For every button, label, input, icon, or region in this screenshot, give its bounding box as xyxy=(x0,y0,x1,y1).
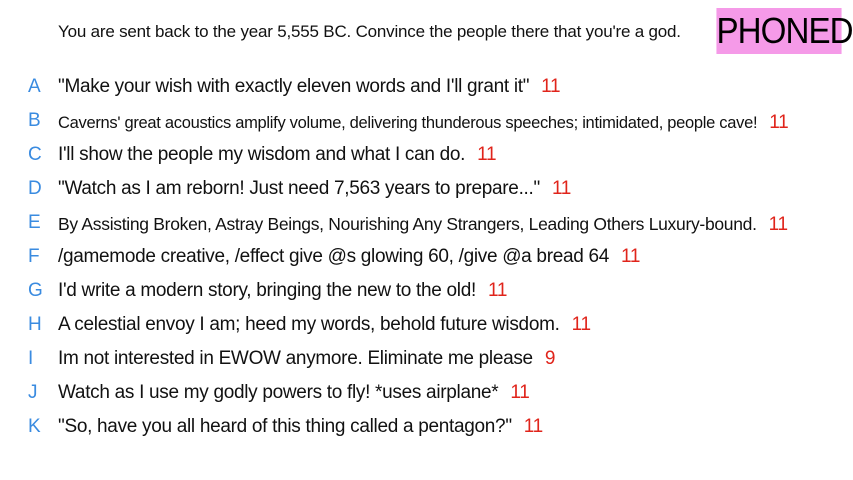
entry-line: I'll show the people my wisdom and what … xyxy=(58,144,497,166)
list-item: A "Make your wish with exactly eleven wo… xyxy=(0,72,853,106)
entry-letter: E xyxy=(28,212,41,233)
entry-letter: H xyxy=(28,314,42,335)
word-count: 11 xyxy=(768,214,788,235)
entry-text: "So, have you all heard of this thing ca… xyxy=(58,416,512,437)
entry-letter: C xyxy=(28,144,42,165)
entry-line: Im not interested in EWOW anymore. Elimi… xyxy=(58,348,555,370)
entry-letter: D xyxy=(28,178,42,199)
entry-letter: G xyxy=(28,280,43,301)
word-count: 11 xyxy=(571,314,591,335)
list-item: F /gamemode creative, /effect give @s gl… xyxy=(0,242,853,276)
entry-letter: F xyxy=(28,246,40,267)
entry-line: "Make your wish with exactly eleven word… xyxy=(58,76,561,98)
entry-text: "Make your wish with exactly eleven word… xyxy=(58,76,530,97)
list-item: I Im not interested in EWOW anymore. Eli… xyxy=(0,344,853,378)
entry-text: I'd write a modern story, bringing the n… xyxy=(58,280,476,301)
status-badge: PHONED xyxy=(716,8,853,54)
word-count: 11 xyxy=(541,76,561,97)
entry-letter: B xyxy=(28,110,41,131)
entry-line: Watch as I use my godly powers to fly! *… xyxy=(58,382,530,404)
entry-text: Im not interested in EWOW anymore. Elimi… xyxy=(58,348,533,369)
entry-text: Watch as I use my godly powers to fly! *… xyxy=(58,382,499,403)
list-item: D "Watch as I am reborn! Just need 7,563… xyxy=(0,174,853,208)
word-count: 11 xyxy=(523,416,543,437)
entry-letter: K xyxy=(28,416,41,437)
entry-line: Caverns' great acoustics amplify volume,… xyxy=(58,112,789,134)
list-item: G I'd write a modern story, bringing the… xyxy=(0,276,853,310)
entry-line: "Watch as I am reborn! Just need 7,563 y… xyxy=(58,178,571,200)
entry-text: By Assisting Broken, Astray Beings, Nour… xyxy=(58,214,757,234)
entry-line: /gamemode creative, /effect give @s glow… xyxy=(58,246,640,268)
entry-text: Caverns' great acoustics amplify volume,… xyxy=(58,114,758,132)
word-count: 11 xyxy=(621,246,641,267)
list-item: E By Assisting Broken, Astray Beings, No… xyxy=(0,208,853,242)
entry-letter: A xyxy=(28,76,41,97)
prompt-text: You are sent back to the year 5,555 BC. … xyxy=(58,22,681,41)
entry-line: I'd write a modern story, bringing the n… xyxy=(58,280,507,302)
entry-letter: J xyxy=(28,382,38,403)
word-count: 11 xyxy=(510,382,530,403)
entry-list: A "Make your wish with exactly eleven wo… xyxy=(0,72,853,446)
entry-text: /gamemode creative, /effect give @s glow… xyxy=(58,246,610,267)
entry-text: I'll show the people my wisdom and what … xyxy=(58,144,466,165)
word-count: 11 xyxy=(487,280,508,301)
word-count: 11 xyxy=(477,144,497,165)
list-item: K "So, have you all heard of this thing … xyxy=(0,412,853,446)
word-count: 11 xyxy=(769,112,789,133)
entry-text: "Watch as I am reborn! Just need 7,563 y… xyxy=(58,178,540,199)
list-item: C I'll show the people my wisdom and wha… xyxy=(0,140,853,174)
entry-line: By Assisting Broken, Astray Beings, Nour… xyxy=(58,214,788,236)
entry-line: "So, have you all heard of this thing ca… xyxy=(58,416,543,438)
entry-letter: I xyxy=(28,348,34,369)
list-item: J Watch as I use my godly powers to fly!… xyxy=(0,378,853,412)
word-count: 11 xyxy=(551,178,572,199)
list-item: H A celestial envoy I am; heed my words,… xyxy=(0,310,853,344)
list-item: B Caverns' great acoustics amplify volum… xyxy=(0,106,853,140)
word-count: 9 xyxy=(544,348,556,369)
entry-text: A celestial envoy I am; heed my words, b… xyxy=(58,314,560,335)
entry-line: A celestial envoy I am; heed my words, b… xyxy=(58,314,591,336)
